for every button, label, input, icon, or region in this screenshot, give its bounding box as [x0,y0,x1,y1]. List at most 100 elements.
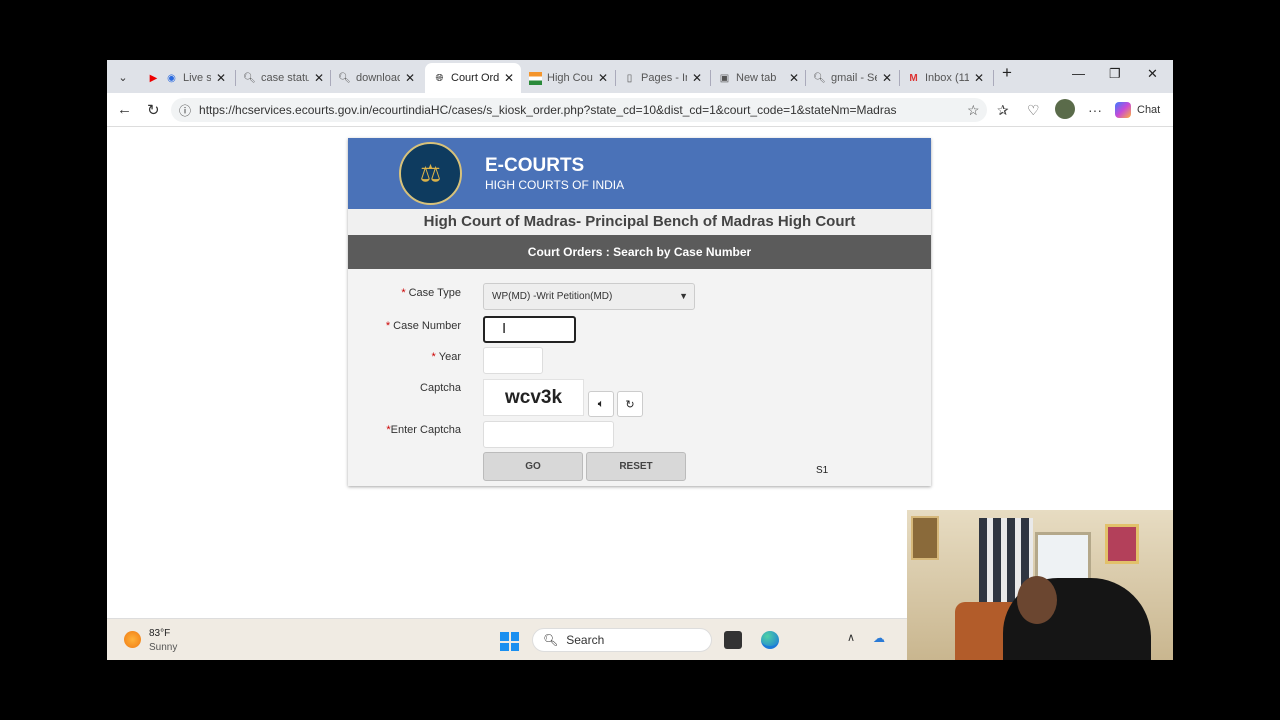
form-title: Court Orders : Search by Case Number [348,235,931,269]
tab-title: Court Orde [451,72,499,84]
sun-icon[interactable] [124,631,141,648]
tab-new-tab[interactable]: ▣ New tab ✕ [710,63,799,93]
year-label: * Year [431,351,461,363]
tab-title: download [356,72,400,84]
presenter-head [1017,576,1057,624]
close-icon[interactable]: ✕ [789,71,799,85]
search-icon: 🔍︎ [338,72,351,84]
search-icon: 🔍︎ [543,633,559,647]
tab-download[interactable]: 🔍︎ download ✕ [330,63,415,93]
server-code: S1 [816,465,829,476]
start-button[interactable] [500,632,519,651]
close-icon[interactable]: ✕ [974,71,984,85]
more-menu-icon[interactable]: ··· [1088,102,1102,118]
onedrive-icon[interactable]: ☁ [873,631,885,645]
tab-live[interactable]: ▶ ◉ Live st ✕ [139,63,226,93]
case-number-label: * Case Number [385,320,461,332]
captcha-refresh-button[interactable]: ↻ [617,391,643,417]
wall-picture [1105,524,1139,564]
copilot-label: Chat [1137,104,1161,116]
record-icon: ◉ [167,72,176,84]
tab-gmail-search[interactable]: 🔍︎ gmail - Se ✕ [805,63,892,93]
copilot-icon [1115,102,1131,118]
youtube-icon: ▶ [149,72,158,84]
tab-strip: ⌄ ▶ ◉ Live st ✕ 🔍︎ case status ✕ 🔍︎ down… [107,60,1173,93]
browser-essentials-icon[interactable]: ♡ [1027,102,1040,119]
brand-subtitle: HIGH COURTS OF INDIA [485,178,625,192]
case-number-input[interactable]: I [483,316,576,343]
new-tab-button[interactable]: + [1002,63,1012,83]
gmail-icon: M [909,72,918,84]
tab-court-orders[interactable]: 🌐︎ Court Orde ✕ [425,63,521,93]
tab-title: gmail - Se [831,72,877,84]
text-cursor-icon: I [502,320,507,337]
taskbar-search[interactable]: 🔍︎ Search [532,628,712,652]
edge-browser-icon[interactable] [761,631,779,649]
newtab-icon: ▣ [719,72,730,84]
search-icon: 🔍︎ [243,72,256,84]
scales-of-justice-icon: ⚖ [419,160,442,187]
back-button[interactable]: ← [117,101,132,118]
captcha-label: Captcha [420,382,461,394]
weather-temperature[interactable]: 83°F [149,628,170,639]
enter-captcha-input[interactable] [483,421,614,448]
court-orders-panel: ⚖ E-COURTS HIGH COURTS OF INDIA High Cou… [348,138,931,486]
wall-picture [911,516,939,560]
search-icon: 🔍︎ [813,72,826,84]
tab-case-status[interactable]: 🔍︎ case status ✕ [235,63,324,93]
speaker-icon: 🔈︎ [597,397,605,410]
task-view-icon[interactable] [724,631,742,649]
close-icon[interactable]: ✕ [692,71,702,85]
copilot-button[interactable]: Chat [1115,99,1160,121]
tab-high-court[interactable]: High Cour ✕ [521,63,608,93]
refresh-icon: ↻ [625,398,635,411]
refresh-button[interactable]: ↻ [147,101,160,119]
site-info-icon[interactable]: ⓘ [179,102,191,119]
close-icon[interactable]: ✕ [216,71,226,85]
india-flag-icon [529,71,542,85]
enter-captcha-label: *Enter Captcha [386,424,461,436]
profile-avatar[interactable] [1055,99,1075,119]
tab-pages[interactable]: ▯ Pages - Ind ✕ [615,63,702,93]
chevron-down-icon: ▼ [679,291,688,301]
address-bar[interactable]: ⓘ https://hcservices.ecourts.gov.in/ecou… [171,98,987,122]
webcam-overlay [907,510,1173,660]
case-type-label: * Case Type [401,287,461,299]
case-type-select[interactable]: WP(MD) -Writ Petition(MD) ▼ [483,283,695,310]
favorite-star-icon[interactable]: ☆ [967,102,980,119]
weather-condition[interactable]: Sunny [149,642,177,653]
captcha-audio-button[interactable]: 🔈︎ [588,391,614,417]
tab-title: case status [261,72,309,84]
tab-title: Inbox (11 [925,72,969,84]
minimize-button[interactable]: — [1072,66,1085,81]
tab-title: Live st [183,72,211,84]
chevron-up-icon[interactable]: ∧ [847,631,855,644]
go-button[interactable]: GO [483,452,583,481]
url-text: https://hcservices.ecourts.gov.in/ecourt… [199,103,897,117]
close-icon[interactable]: ✕ [598,71,608,85]
year-input[interactable] [483,347,543,374]
close-icon[interactable]: ✕ [405,71,415,85]
tab-inbox[interactable]: M Inbox (11 ✕ [899,63,984,93]
court-name-heading: High Court of Madras- Principal Bench of… [348,209,931,235]
favorites-icon[interactable]: ✰ [997,102,1009,119]
tab-actions-menu-button[interactable]: ⌄ [112,66,134,88]
taskbar-search-placeholder: Search [566,633,605,647]
reset-button[interactable]: RESET [586,452,686,481]
restore-button[interactable]: ❐ [1109,66,1121,82]
globe-icon: 🌐︎ [435,72,444,84]
brand-title: E-COURTS [485,155,585,176]
tab-title: New tab [736,72,777,84]
page-icon: ▯ [626,72,633,84]
tab-title: Pages - Ind [641,72,687,84]
ecourts-banner: ⚖ E-COURTS HIGH COURTS OF INDIA [348,138,931,209]
tab-title: High Cour [547,72,593,84]
ecourts-emblem-logo: ⚖ [399,142,462,205]
captcha-image: wcv3k [483,379,584,416]
close-icon[interactable]: ✕ [314,71,324,85]
close-window-button[interactable]: ✕ [1147,66,1158,82]
close-icon[interactable]: ✕ [882,71,892,85]
address-toolbar: ← ↻ ⓘ https://hcservices.ecourts.gov.in/… [107,93,1173,127]
close-icon[interactable]: ✕ [504,71,514,85]
case-type-value: WP(MD) -Writ Petition(MD) [492,291,613,302]
